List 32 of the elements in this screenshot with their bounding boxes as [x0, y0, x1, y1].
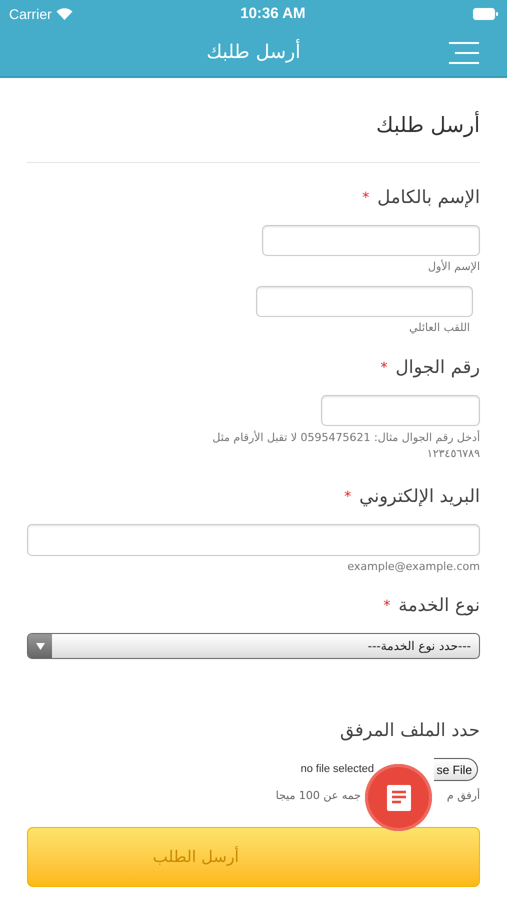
- name-input[interactable]: [262, 225, 480, 256]
- field-label: الإسم بالكامل: [377, 186, 480, 210]
- form-title: أرسل طلبك: [376, 110, 480, 140]
- wifi-icon: [56, 8, 73, 20]
- required-mark: *: [380, 358, 388, 378]
- input-caption: أدخل رقم الجوال مثال: 0595475621 لا تقبل الأرقام مثل: [212, 430, 480, 446]
- phone-input[interactable]: [321, 395, 480, 426]
- dropdown-arrow-icon: [36, 642, 44, 650]
- input-caption: ١٢٣٤٥٦٧٨٩: [426, 446, 480, 462]
- field-label: حدد الملف المرفق: [340, 719, 480, 743]
- document-icon: [386, 784, 410, 810]
- file-status: no file selected: [300, 762, 374, 778]
- field-label: نوع الخدمة: [398, 594, 480, 618]
- name-input[interactable]: [256, 286, 473, 317]
- file-hint: جمه عن 100 ميجا: [276, 788, 361, 804]
- input-caption: example@example.com: [347, 560, 480, 574]
- carrier-label: Carrier: [9, 4, 52, 24]
- nav-title: أرسل طلبك: [206, 38, 300, 65]
- email-input[interactable]: [27, 524, 480, 556]
- battery-icon: [473, 8, 498, 20]
- menu-icon[interactable]: [449, 42, 479, 64]
- clock: 10:36 AM: [240, 4, 306, 24]
- required-mark: *: [344, 488, 352, 506]
- field-label: رقم الجوال: [396, 356, 480, 380]
- input-caption: اللقب العائلي: [409, 321, 470, 335]
- input-caption: الإسم الأول: [428, 260, 480, 274]
- required-mark: *: [383, 596, 390, 616]
- service-dropdown[interactable]: ---حدد نوع الخدمة---: [27, 633, 480, 659]
- required-mark: *: [362, 188, 370, 208]
- file-hint: أرفق م: [446, 788, 480, 804]
- choose-file-button[interactable]: se File: [434, 758, 478, 781]
- field-label: البريد الإلكتروني: [359, 485, 480, 509]
